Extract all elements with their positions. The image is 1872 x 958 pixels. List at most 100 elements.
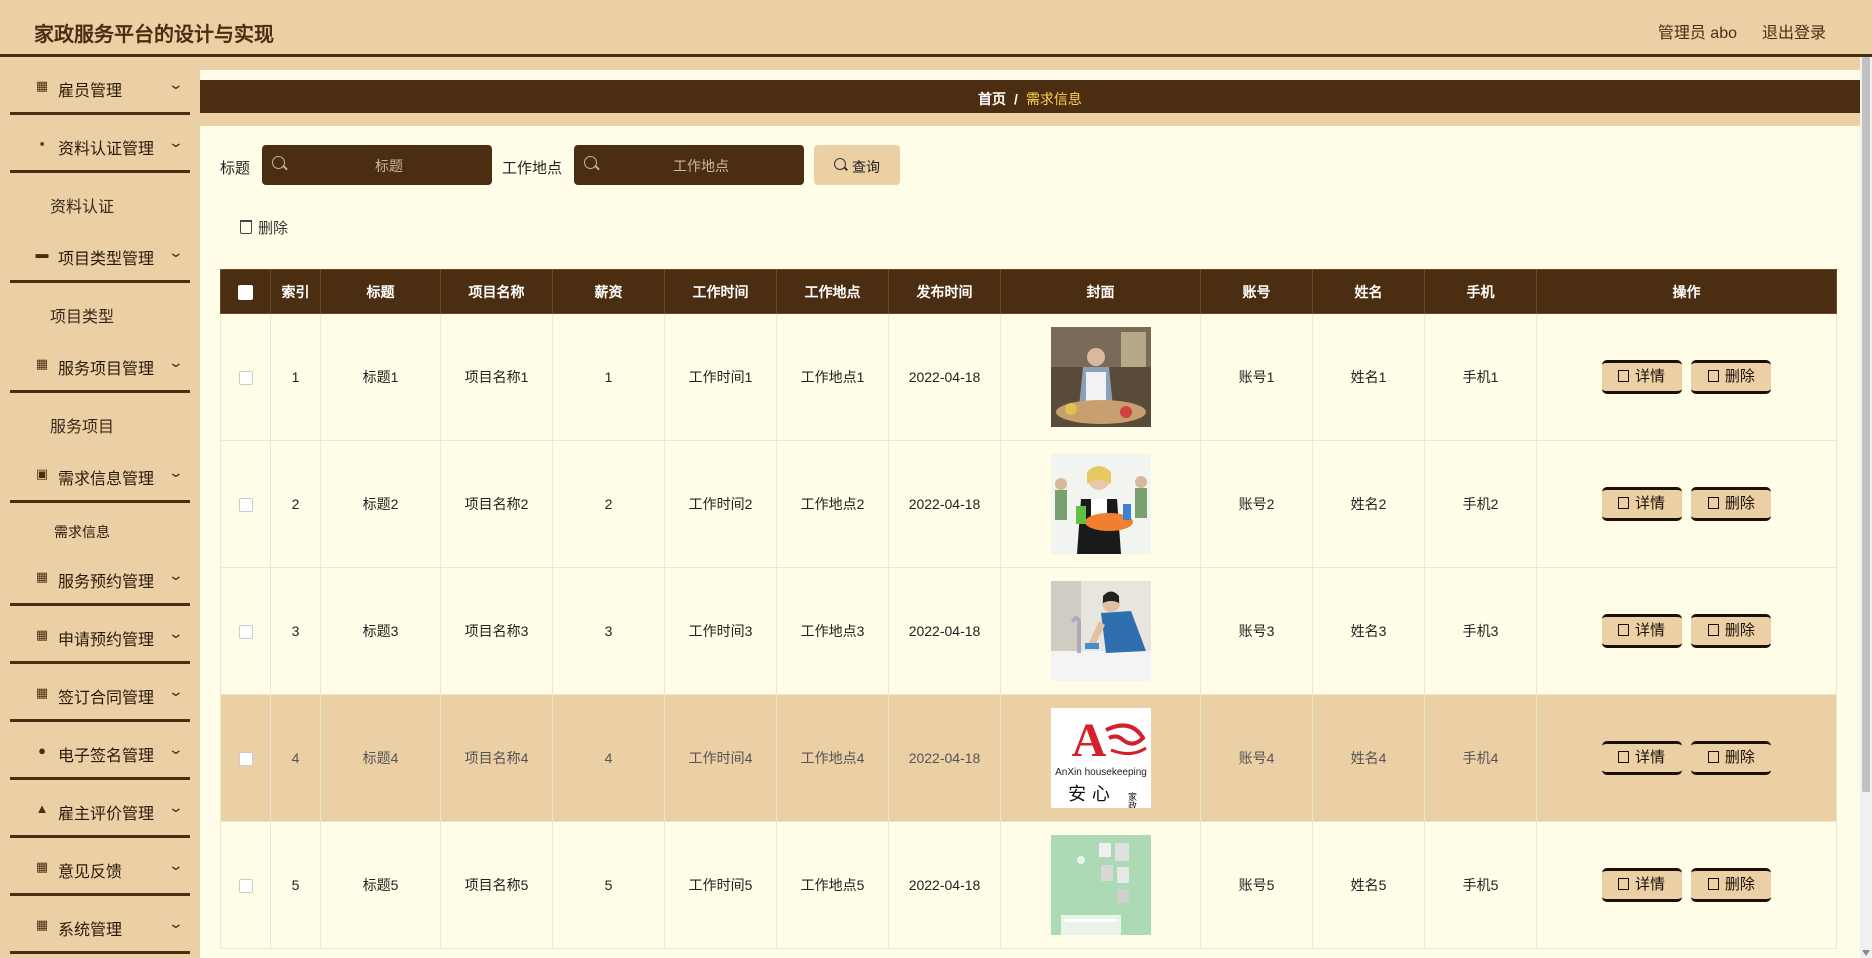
- row-select-cell[interactable]: [220, 313, 271, 441]
- sidebar-subitem-demand-info[interactable]: 需求信息: [54, 522, 110, 542]
- cover-image[interactable]: [1050, 327, 1151, 427]
- admin-user[interactable]: 管理员 abo: [1658, 19, 1737, 43]
- sidebar-item-service-booking[interactable]: ▦ 服务预约管理 ⌄: [10, 548, 190, 606]
- search-icon: [272, 156, 285, 169]
- cell-cover: [1000, 440, 1201, 568]
- cell-project: 项目名称1: [440, 313, 553, 441]
- sidebar-subitem-project-type[interactable]: 项目类型: [50, 303, 114, 327]
- row-checkbox[interactable]: [238, 371, 253, 386]
- breadcrumb: 首页 / 需求信息: [200, 89, 1860, 109]
- cell-cover: [1000, 313, 1201, 441]
- chevron-down-icon: ⌄: [167, 134, 185, 150]
- sidebar-item-contract[interactable]: ▦ 签订合同管理 ⌄: [10, 664, 190, 722]
- sidebar-item-service-project[interactable]: ▦ 服务项目管理 ⌄: [10, 335, 190, 393]
- cell-index: 2: [270, 440, 321, 568]
- column-header: 手机: [1424, 269, 1537, 314]
- table-row[interactable]: 2 标题2 项目名称2 2 工作时间2 工作地点2 2022-04-18 账号2…: [220, 440, 1837, 568]
- breadcrumb-separator: /: [1014, 91, 1018, 107]
- sidebar-item-label: 电子签名管理: [58, 748, 155, 765]
- logout-link[interactable]: 退出登录: [1762, 19, 1826, 43]
- title-search-field[interactable]: [262, 145, 492, 187]
- delete-button[interactable]: 删除: [1691, 487, 1772, 521]
- cell-salary: 5: [552, 821, 665, 949]
- grid-icon: ▦: [35, 627, 49, 642]
- cell-index: 3: [270, 567, 321, 695]
- column-header: 项目名称: [440, 269, 553, 314]
- cell-project: 项目名称2: [440, 440, 553, 568]
- sidebar-subitem-service-project[interactable]: 服务项目: [50, 413, 114, 437]
- detail-button[interactable]: 详情: [1601, 741, 1682, 775]
- table-row[interactable]: 1 标题1 项目名称1 1 工作时间1 工作地点1 2022-04-18 账号1…: [220, 313, 1837, 441]
- table-row[interactable]: 3 标题3 项目名称3 3 工作时间3 工作地点3 2022-04-18 账号3…: [220, 567, 1837, 695]
- sidebar-item-employer-review[interactable]: ▲ 雇主评价管理 ⌄: [10, 780, 190, 838]
- delete-button[interactable]: 删除: [1691, 614, 1772, 648]
- grid-icon: ▦: [35, 78, 49, 93]
- cell-project: 项目名称4: [440, 694, 553, 822]
- select-all-checkbox[interactable]: [238, 284, 253, 300]
- detail-button-label: 详情: [1635, 622, 1666, 639]
- main-content: 首页 / 需求信息 标题 工作地点 查询 删除: [200, 70, 1860, 958]
- breadcrumb-home[interactable]: 首页: [978, 91, 1006, 107]
- location-search-input[interactable]: [604, 145, 798, 187]
- cover-image[interactable]: A AnXin housekeeping 安 心 家政: [1050, 708, 1151, 808]
- delete-button[interactable]: 删除: [1691, 868, 1772, 902]
- sidebar-subitem-profile-auth[interactable]: 资料认证: [50, 193, 114, 217]
- row-checkbox[interactable]: [238, 752, 253, 767]
- cover-image[interactable]: [1050, 581, 1151, 681]
- row-select-cell[interactable]: [220, 567, 271, 695]
- row-select-cell[interactable]: [220, 694, 271, 822]
- sidebar-item-label: 项目类型管理: [58, 251, 155, 268]
- search-icon: [834, 158, 846, 170]
- cell-actions: 详情 删除: [1536, 694, 1837, 822]
- sidebar-item-e-signature[interactable]: ● 电子签名管理 ⌄: [10, 722, 190, 780]
- select-all-cell[interactable]: [220, 269, 271, 314]
- sidebar-item-employee[interactable]: ▦ 雇员管理 ⌄: [10, 57, 190, 115]
- trash-icon: [1707, 624, 1719, 636]
- sidebar-item-apply-booking[interactable]: ▦ 申请预约管理 ⌄: [10, 606, 190, 664]
- table-row[interactable]: 5 标题5 项目名称5 5 工作时间5 工作地点5 2022-04-18 账号5…: [220, 821, 1837, 949]
- title-search-input[interactable]: [292, 145, 486, 187]
- row-checkbox[interactable]: [238, 879, 253, 894]
- row-select-cell[interactable]: [220, 821, 271, 949]
- delete-button[interactable]: 删除: [1691, 741, 1772, 775]
- row-checkbox[interactable]: [238, 625, 253, 640]
- chevron-down-icon: ⌄: [167, 244, 185, 260]
- trash-icon: [1707, 370, 1719, 382]
- query-button[interactable]: 查询: [814, 145, 900, 185]
- sidebar: ▦ 雇员管理 ⌄ ▪ 资料认证管理 ⌄ 资料认证 ▬ 项目类型管理 ⌄ 项目类型…: [0, 57, 200, 958]
- chevron-down-icon: ⌄: [167, 625, 185, 641]
- detail-button[interactable]: 详情: [1601, 360, 1682, 394]
- row-checkbox[interactable]: [238, 498, 253, 513]
- delete-button-label: 删除: [1724, 368, 1755, 385]
- cell-location: 工作地点3: [776, 567, 889, 695]
- cell-project: 项目名称5: [440, 821, 553, 949]
- document-icon: [1618, 497, 1630, 509]
- row-select-cell[interactable]: [220, 440, 271, 568]
- cell-account: 账号2: [1200, 440, 1313, 568]
- sidebar-item-label: 雇员管理: [58, 83, 123, 100]
- cover-image[interactable]: [1050, 835, 1151, 935]
- delete-button[interactable]: 删除: [1691, 360, 1772, 394]
- scrollbar-thumb[interactable]: [1862, 57, 1870, 792]
- detail-button[interactable]: 详情: [1601, 487, 1682, 521]
- column-header: 工作时间: [664, 269, 777, 314]
- vertical-scrollbar[interactable]: [1860, 57, 1872, 958]
- sidebar-item-project-type[interactable]: ▬ 项目类型管理 ⌄: [10, 225, 190, 283]
- thumb-icon: ▲: [35, 801, 49, 816]
- column-header: 标题: [320, 269, 441, 314]
- sidebar-item-system[interactable]: ▦ 系统管理 ⌄: [10, 896, 190, 954]
- scroll-down-arrow-icon[interactable]: [1862, 950, 1870, 956]
- cell-cover: A AnXin housekeeping 安 心 家政: [1000, 694, 1201, 822]
- sidebar-item-feedback[interactable]: ▦ 意见反馈 ⌄: [10, 838, 190, 896]
- cell-name: 姓名4: [1312, 694, 1425, 822]
- sidebar-item-profile-auth[interactable]: ▪ 资料认证管理 ⌄: [10, 115, 190, 173]
- detail-button[interactable]: 详情: [1601, 614, 1682, 648]
- table-row-highlighted[interactable]: 4 标题4 项目名称4 4 工作时间4 工作地点4 2022-04-18 A A…: [220, 694, 1837, 822]
- detail-button-label: 详情: [1635, 495, 1666, 512]
- batch-delete-button[interactable]: 删除: [240, 217, 288, 238]
- location-search-field[interactable]: [574, 145, 804, 187]
- sidebar-item-demand-info[interactable]: ▣ 需求信息管理 ⌄: [10, 445, 190, 503]
- detail-button[interactable]: 详情: [1601, 868, 1682, 902]
- trash-icon: [1707, 751, 1719, 763]
- cover-image[interactable]: [1050, 454, 1151, 554]
